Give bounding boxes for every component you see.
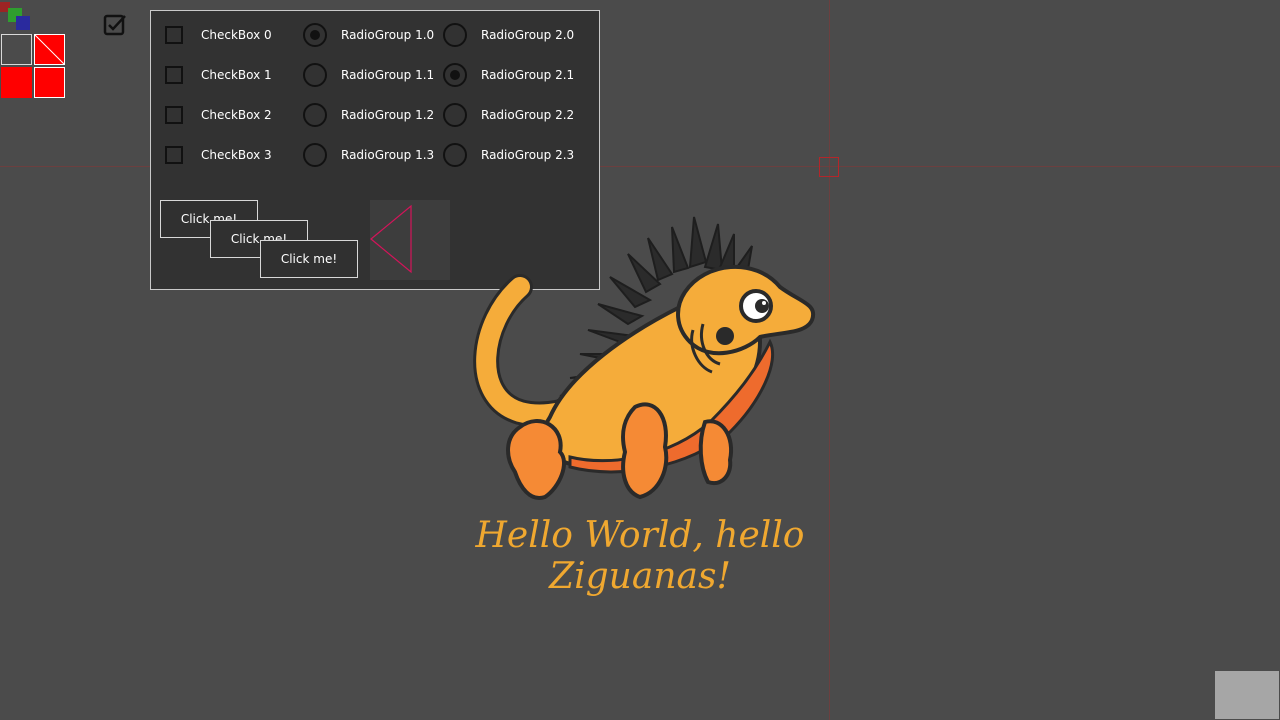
checkbox-box[interactable] xyxy=(165,146,183,164)
greeting-text: Hello World, hello Ziguanas! xyxy=(475,515,805,597)
radio-button[interactable] xyxy=(303,103,327,127)
radio-label: RadioGroup 2.1 xyxy=(481,68,575,82)
checkbox-2[interactable]: CheckBox 2 xyxy=(165,106,272,124)
checkbox-checked-icon[interactable] xyxy=(103,13,127,37)
radio-button-selected[interactable] xyxy=(303,23,327,47)
tile-grid xyxy=(0,33,66,99)
checkbox-label: CheckBox 1 xyxy=(201,68,272,82)
corner-panel[interactable] xyxy=(1215,671,1279,719)
tile-red xyxy=(1,67,32,98)
radio-label: RadioGroup 2.2 xyxy=(481,108,575,122)
radio-2-2[interactable]: RadioGroup 2.2 xyxy=(443,103,574,127)
radio-label: RadioGroup 1.2 xyxy=(341,108,435,122)
radio-button[interactable] xyxy=(303,63,327,87)
checkbox-label: CheckBox 2 xyxy=(201,108,272,122)
triangle-canvas xyxy=(370,200,450,280)
radio-button[interactable] xyxy=(443,23,467,47)
checkbox-box[interactable] xyxy=(165,106,183,124)
triangle-icon xyxy=(370,204,412,274)
radio-1-2[interactable]: RadioGroup 1.2 xyxy=(303,103,434,127)
radio-button[interactable] xyxy=(443,103,467,127)
radio-button-selected[interactable] xyxy=(443,63,467,87)
vertical-guide-line xyxy=(829,0,830,720)
checkbox-box[interactable] xyxy=(165,66,183,84)
radio-1-1[interactable]: RadioGroup 1.1 xyxy=(303,63,434,87)
tile-empty xyxy=(1,34,32,65)
checkbox-label: CheckBox 0 xyxy=(201,28,272,42)
checkbox-0[interactable]: CheckBox 0 xyxy=(165,26,272,44)
tile-red xyxy=(34,67,65,98)
checkbox-box[interactable] xyxy=(165,26,183,44)
radio-label: RadioGroup 1.0 xyxy=(341,28,435,42)
radio-1-3[interactable]: RadioGroup 1.3 xyxy=(303,143,434,167)
click-me-button-3[interactable]: Click me! xyxy=(260,240,358,278)
radio-label: RadioGroup 1.1 xyxy=(341,68,435,82)
checkbox-label: CheckBox 3 xyxy=(201,148,272,162)
radio-button[interactable] xyxy=(303,143,327,167)
radio-button[interactable] xyxy=(443,143,467,167)
tile-red-diagonal xyxy=(34,34,65,65)
radio-label: RadioGroup 2.0 xyxy=(481,28,575,42)
crosshair-marker xyxy=(819,157,839,177)
iguana-illustration xyxy=(473,216,816,500)
radio-label: RadioGroup 2.3 xyxy=(481,148,575,162)
radio-2-3[interactable]: RadioGroup 2.3 xyxy=(443,143,574,167)
logo-icon xyxy=(0,2,30,30)
radio-label: RadioGroup 1.3 xyxy=(341,148,435,162)
checkbox-1[interactable]: CheckBox 1 xyxy=(165,66,272,84)
radio-2-0[interactable]: RadioGroup 2.0 xyxy=(443,23,574,47)
radio-2-1[interactable]: RadioGroup 2.1 xyxy=(443,63,574,87)
radio-1-0[interactable]: RadioGroup 1.0 xyxy=(303,23,434,47)
checkbox-3[interactable]: CheckBox 3 xyxy=(165,146,272,164)
